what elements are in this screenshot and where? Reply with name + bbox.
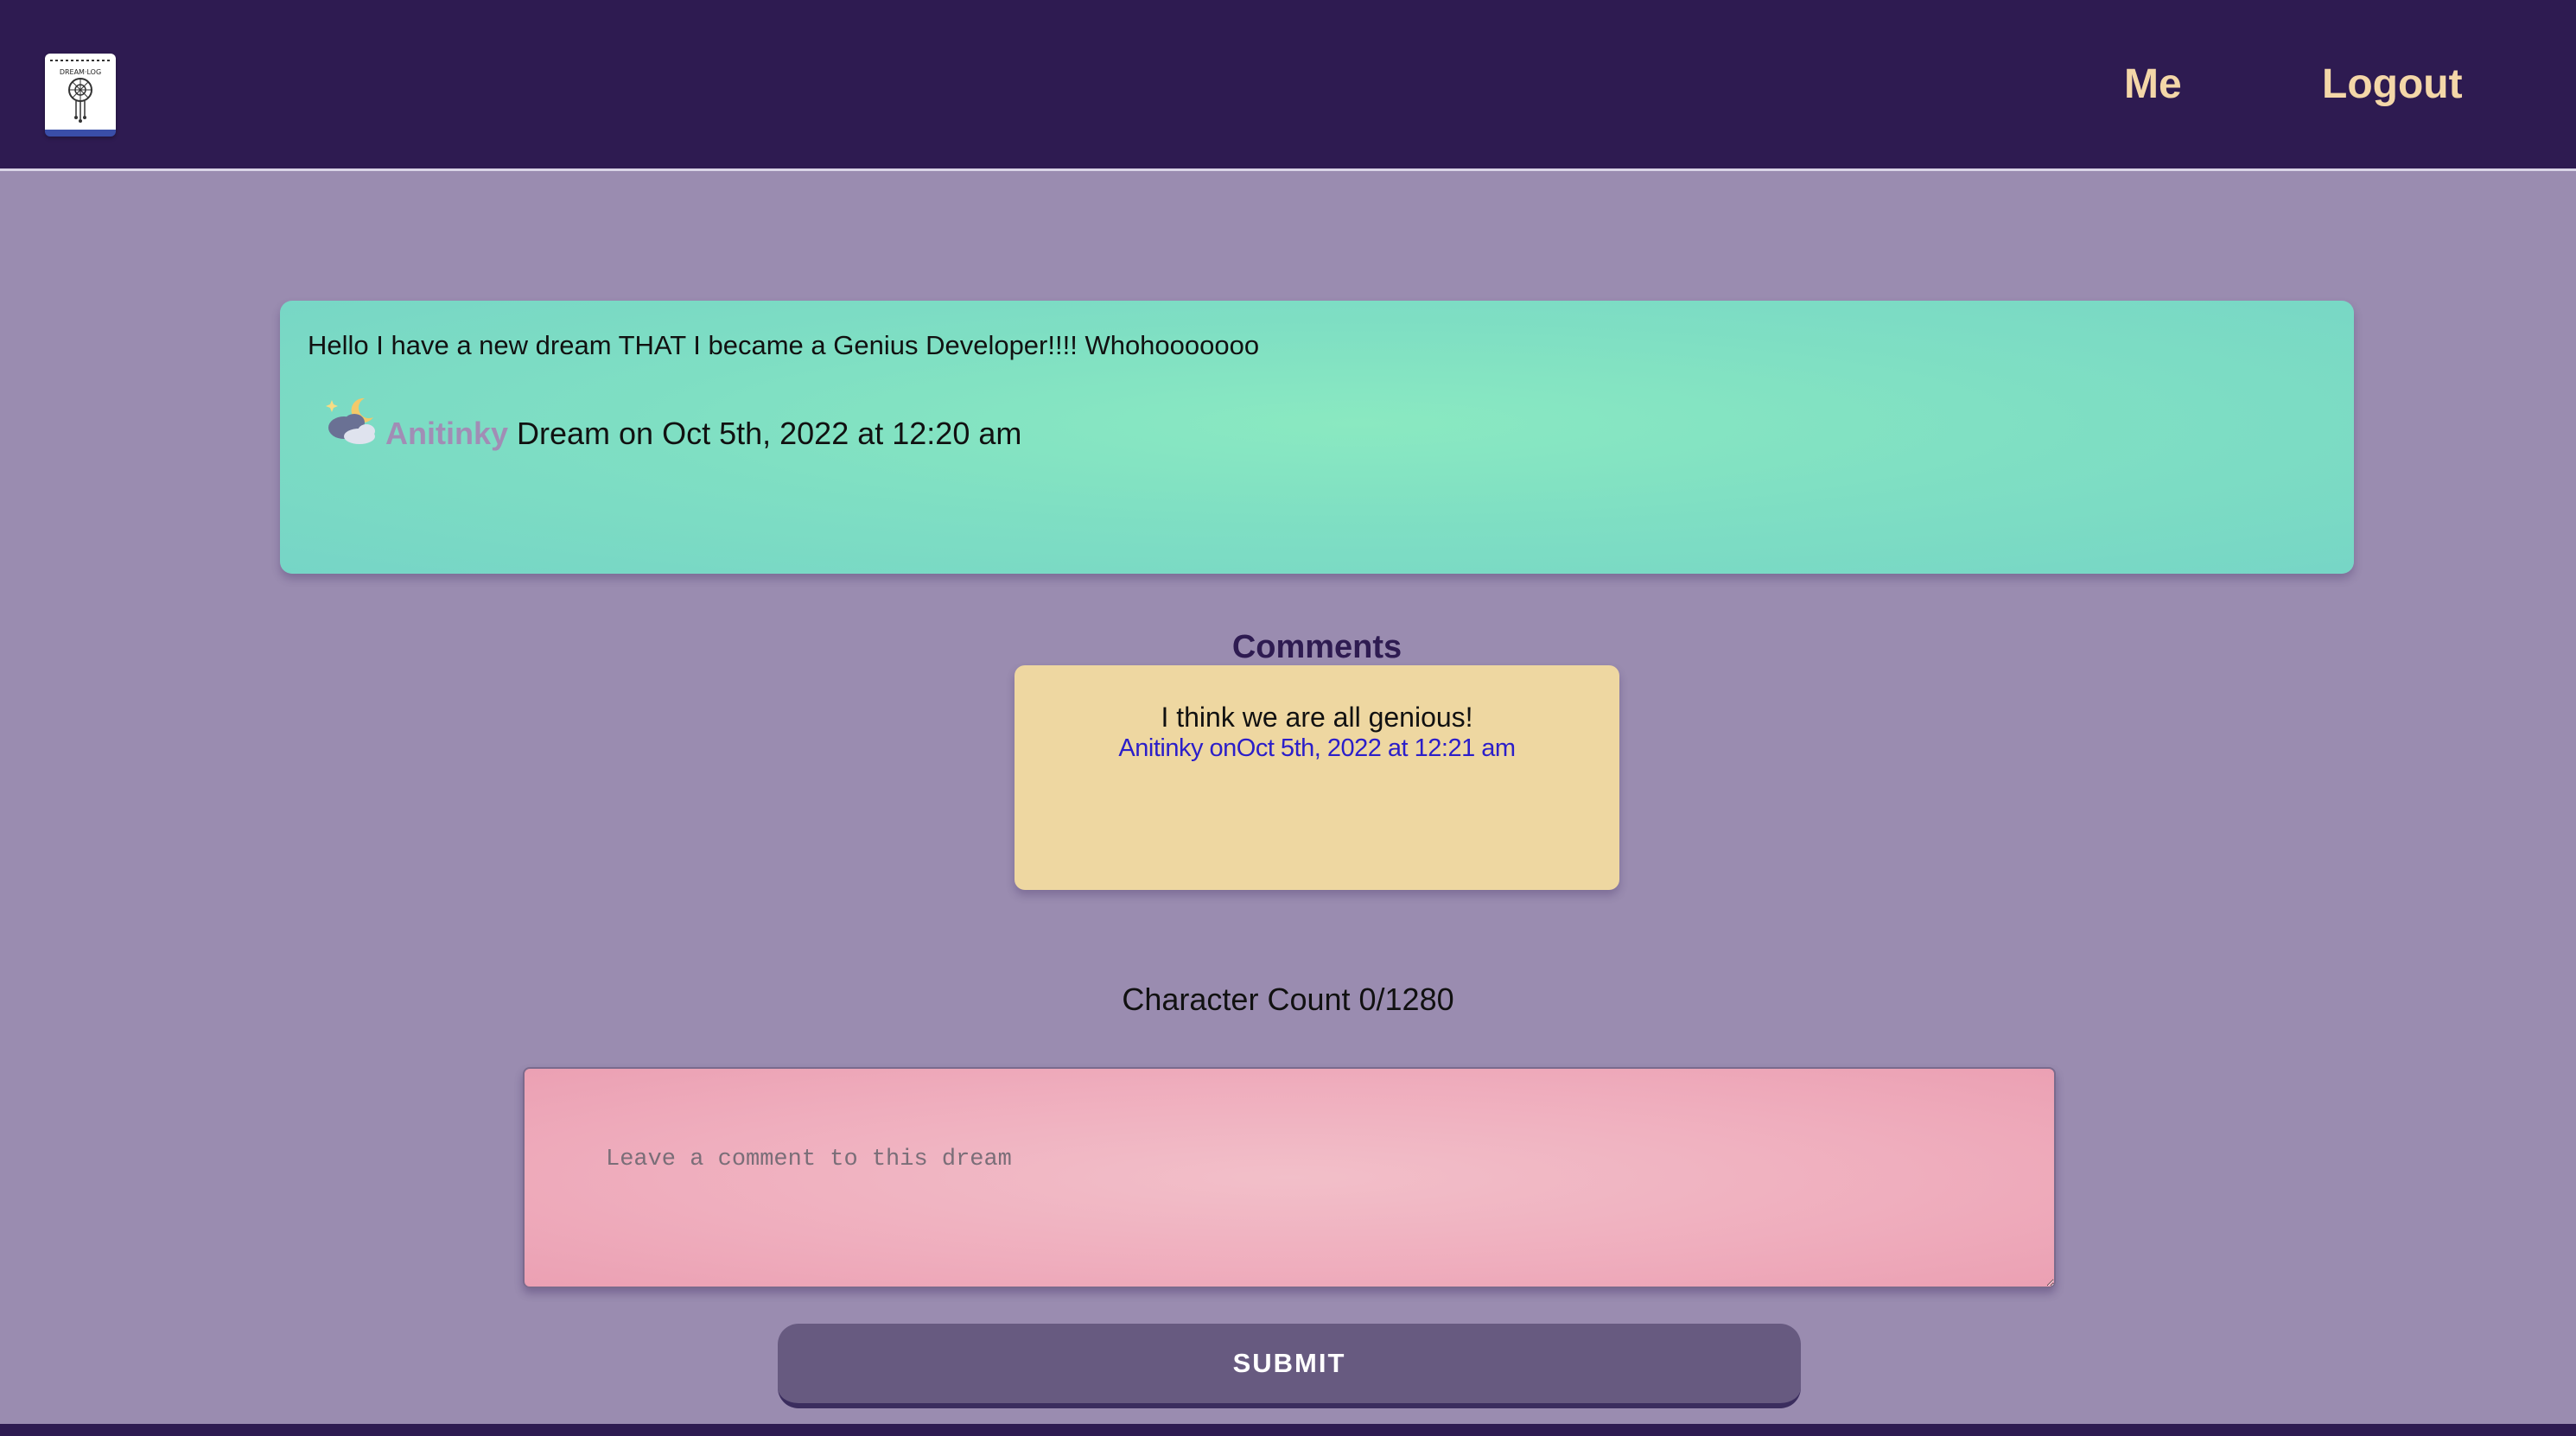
submit-button[interactable]: SUBMIT [778, 1324, 1801, 1408]
dream-card: Hello I have a new dream THAT I became a… [280, 301, 2354, 574]
nav-me-link[interactable]: Me [2124, 60, 2182, 108]
comments-heading: Comments [1231, 629, 1402, 665]
dream-catcher-logo-icon[interactable]: DREAM·LOG [45, 54, 116, 137]
logo-graphic: DREAM·LOG [50, 60, 111, 123]
night-cloud-moon-icon [320, 391, 380, 452]
comment-meta[interactable]: Anitinky onOct 5th, 2022 at 12:21 am [1014, 734, 1619, 763]
character-count: Character Count 0/1280 [1122, 982, 1454, 1017]
dream-meta: Anitinky Dream on Oct 5th, 2022 at 12:20… [320, 391, 1021, 452]
top-navbar: DREAM·LOG Me Logout [0, 0, 2576, 171]
svg-text:DREAM·LOG: DREAM·LOG [60, 68, 101, 76]
comment-input[interactable] [523, 1067, 2056, 1288]
dream-text: Hello I have a new dream THAT I became a… [308, 330, 1260, 360]
comment-text: I think we are all genious! [1161, 702, 1473, 733]
nav-logout-link[interactable]: Logout [2322, 60, 2463, 108]
footer-bar [0, 1424, 2576, 1436]
dream-date: Dream on Oct 5th, 2022 at 12:20 am [517, 416, 1022, 451]
comment-card: I think we are all genious! Anitinky onO… [1014, 665, 1619, 890]
dream-author-link[interactable]: Anitinky [385, 416, 508, 452]
